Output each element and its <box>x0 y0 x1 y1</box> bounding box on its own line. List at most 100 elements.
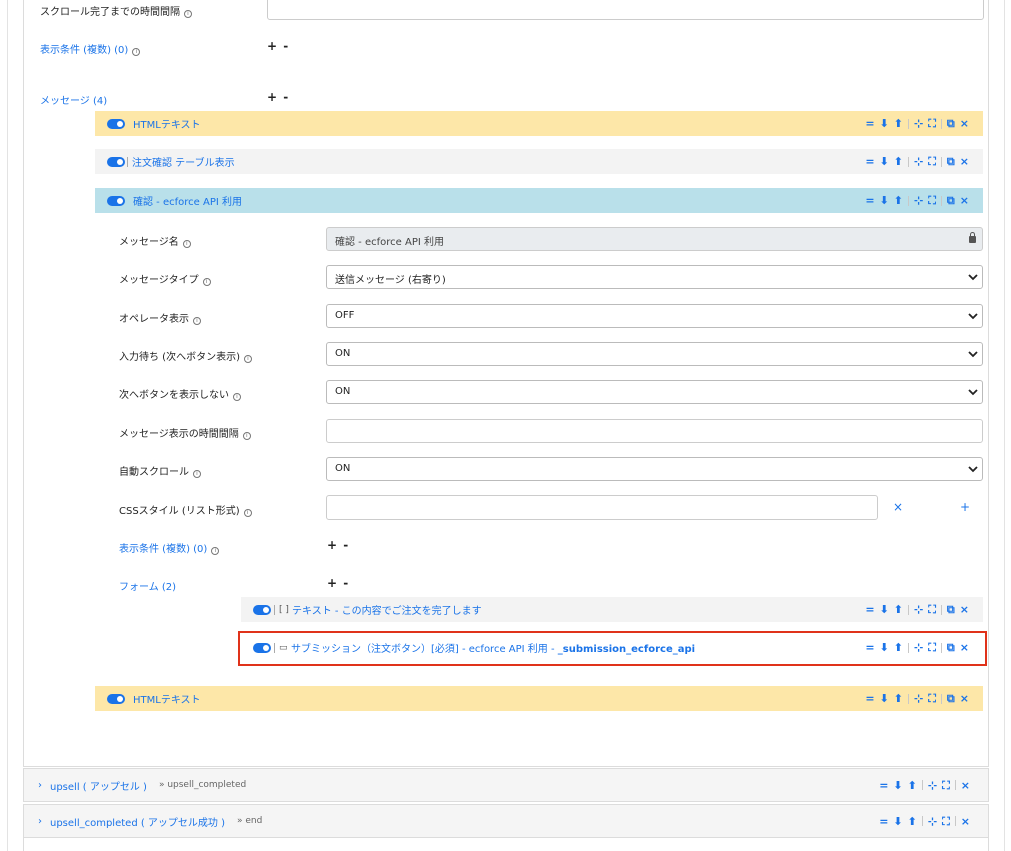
collapse-icon[interactable]: ⊹ <box>928 780 937 791</box>
section-title[interactable]: upsell_completed ( アップセル成功 ) <box>50 814 225 829</box>
move-up-icon[interactable]: ⬆ <box>894 693 903 704</box>
move-up-icon[interactable]: ⬆ <box>894 604 903 615</box>
expand-icon[interactable]: ⛶ <box>928 604 936 615</box>
collapse-icon[interactable]: ⊹ <box>914 642 923 653</box>
message-bar-html-1[interactable]: HTMLテキスト = ⬇ ⬆ ⊹ ⛶ ⧉ × <box>95 111 983 136</box>
expand-icon[interactable]: ⛶ <box>928 195 936 206</box>
display-conditions-link[interactable]: 表示条件 (複数) (0) i <box>40 41 141 56</box>
message-title[interactable]: HTMLテキスト <box>133 691 201 706</box>
collapse-icon[interactable]: ⊹ <box>928 816 937 827</box>
messages-add-remove[interactable]: + - <box>267 90 289 104</box>
css-add-icon[interactable]: + <box>960 500 970 514</box>
move-down-icon[interactable]: ⬇ <box>880 693 889 704</box>
reorder-icon[interactable]: = <box>865 693 874 704</box>
message-bar-html-2[interactable]: HTMLテキスト = ⬇ ⬆ ⊹ ⛶ ⧉ × <box>95 686 983 711</box>
move-up-icon[interactable]: ⬆ <box>908 780 917 791</box>
reorder-icon[interactable]: = <box>865 642 874 653</box>
reorder-icon[interactable]: = <box>865 118 874 129</box>
message-title[interactable]: 注文確認 テーブル表示 <box>132 154 235 169</box>
section-upsell-completed[interactable]: › upsell_completed ( アップセル成功 ) » end = ⬇… <box>23 804 989 838</box>
form-item-title[interactable]: テキスト - この内容でご注文を完了します <box>292 602 482 617</box>
expand-icon[interactable]: ⛶ <box>942 780 950 791</box>
css-clear-icon[interactable]: × <box>893 500 903 514</box>
form-item-toggle[interactable] <box>253 604 271 615</box>
collapse-icon[interactable]: ⊹ <box>914 604 923 615</box>
message-display-conditions-add-remove[interactable]: + - <box>327 538 349 552</box>
scroll-interval-input[interactable] <box>267 0 984 20</box>
copy-icon[interactable]: ⧉ <box>947 693 955 704</box>
message-title[interactable]: 確認 - ecforce API 利用 <box>133 193 242 208</box>
msg-interval-input[interactable] <box>326 419 983 443</box>
move-up-icon[interactable]: ⬆ <box>894 195 903 206</box>
title-divider <box>274 604 275 615</box>
form-item-text[interactable]: [ ] テキスト - この内容でご注文を完了します = ⬇ ⬆ ⊹ ⛶ ⧉ × <box>241 597 983 622</box>
copy-icon[interactable]: ⧉ <box>947 642 955 653</box>
chevron-right-icon[interactable]: › <box>38 816 42 827</box>
section-upsell[interactable]: › upsell ( アップセル ) » upsell_completed = … <box>23 768 989 802</box>
reorder-icon[interactable]: = <box>879 816 888 827</box>
move-down-icon[interactable]: ⬇ <box>880 604 889 615</box>
message-title[interactable]: HTMLテキスト <box>133 116 201 131</box>
display-conditions-add-remove[interactable]: + - <box>267 39 289 53</box>
reorder-icon[interactable]: = <box>865 604 874 615</box>
form-item-toggle[interactable] <box>253 642 271 653</box>
forms-link[interactable]: フォーム (2) <box>119 578 176 593</box>
message-toggle[interactable] <box>107 156 125 167</box>
expand-icon[interactable]: ⛶ <box>942 816 950 827</box>
operator-select[interactable]: OFF <box>326 304 983 328</box>
message-toggle[interactable] <box>107 195 125 206</box>
section-title[interactable]: upsell ( アップセル ) <box>50 778 147 793</box>
close-icon[interactable]: × <box>960 195 969 206</box>
copy-icon[interactable]: ⧉ <box>947 118 955 129</box>
message-toggle[interactable] <box>107 118 125 129</box>
collapse-icon[interactable]: ⊹ <box>914 156 923 167</box>
close-icon[interactable]: × <box>960 604 969 615</box>
close-icon[interactable]: × <box>960 156 969 167</box>
message-bar-confirm-api[interactable]: 確認 - ecforce API 利用 = ⬇ ⬆ ⊹ ⛶ ⧉ × <box>95 188 983 213</box>
chevron-right-icon[interactable]: › <box>38 780 42 791</box>
reorder-icon[interactable]: = <box>865 156 874 167</box>
move-down-icon[interactable]: ⬇ <box>880 156 889 167</box>
move-down-icon[interactable]: ⬇ <box>880 118 889 129</box>
close-icon[interactable]: × <box>960 642 969 653</box>
wait-input-select[interactable]: ON <box>326 342 983 366</box>
close-icon[interactable]: × <box>961 816 970 827</box>
reorder-icon[interactable]: = <box>879 780 888 791</box>
expand-icon[interactable]: ⛶ <box>928 642 936 653</box>
move-down-icon[interactable]: ⬇ <box>880 642 889 653</box>
move-down-icon[interactable]: ⬇ <box>893 816 902 827</box>
move-down-icon[interactable]: ⬇ <box>893 780 902 791</box>
move-up-icon[interactable]: ⬆ <box>894 642 903 653</box>
close-icon[interactable]: × <box>961 780 970 791</box>
auto-scroll-select[interactable]: ON <box>326 457 983 481</box>
hide-next-select[interactable]: ON <box>326 380 983 404</box>
message-type-select[interactable]: 送信メッセージ (右寄り) <box>326 265 983 289</box>
form-item-submission[interactable]: ▭ サブミッション（注文ボタン）[必須] - ecforce API 利用 - … <box>241 635 983 660</box>
messages-link[interactable]: メッセージ (4) <box>40 92 107 107</box>
expand-icon[interactable]: ⛶ <box>928 693 936 704</box>
copy-icon[interactable]: ⧉ <box>947 156 955 167</box>
form-item-title[interactable]: サブミッション（注文ボタン）[必須] - ecforce API 利用 - _s… <box>291 640 695 655</box>
message-name-input[interactable]: 確認 - ecforce API 利用 <box>326 227 983 251</box>
collapse-icon[interactable]: ⊹ <box>914 195 923 206</box>
forms-add-remove[interactable]: + - <box>327 576 349 590</box>
expand-icon[interactable]: ⛶ <box>928 156 936 167</box>
move-down-icon[interactable]: ⬇ <box>880 195 889 206</box>
css-style-input[interactable] <box>326 495 878 520</box>
copy-icon[interactable]: ⧉ <box>947 195 955 206</box>
collapse-icon[interactable]: ⊹ <box>914 118 923 129</box>
section-next: » upsell_completed <box>158 780 247 790</box>
message-toggle[interactable] <box>107 693 125 704</box>
move-up-icon[interactable]: ⬆ <box>894 156 903 167</box>
copy-icon[interactable]: ⧉ <box>947 604 955 615</box>
close-icon[interactable]: × <box>960 693 969 704</box>
info-icon: i <box>243 355 252 363</box>
move-up-icon[interactable]: ⬆ <box>908 816 917 827</box>
move-up-icon[interactable]: ⬆ <box>894 118 903 129</box>
close-icon[interactable]: × <box>960 118 969 129</box>
message-bar-order-table[interactable]: 注文確認 テーブル表示 = ⬇ ⬆ ⊹ ⛶ ⧉ × <box>95 149 983 174</box>
collapse-icon[interactable]: ⊹ <box>914 693 923 704</box>
reorder-icon[interactable]: = <box>865 195 874 206</box>
expand-icon[interactable]: ⛶ <box>928 118 936 129</box>
message-display-conditions-link[interactable]: 表示条件 (複数) (0) i <box>119 540 220 555</box>
